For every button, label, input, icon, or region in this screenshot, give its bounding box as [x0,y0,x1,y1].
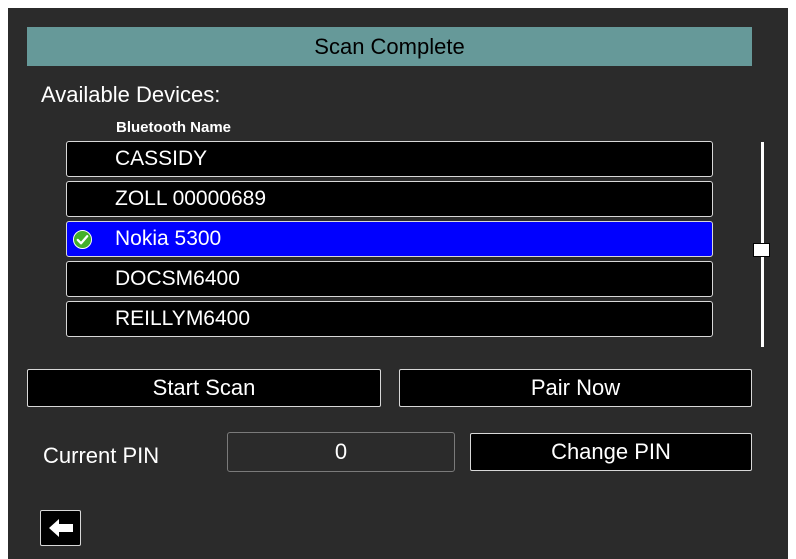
device-list: CASSIDY ZOLL 00000689 Nokia 5300 DOCSM64… [66,141,713,341]
scrollbar-thumb[interactable] [753,243,770,257]
device-name: Nokia 5300 [115,227,222,250]
pair-now-button[interactable]: Pair Now [399,369,752,407]
bluetooth-name-column-header: Bluetooth Name [116,119,232,136]
page-title: Scan Complete [27,27,752,66]
device-row-zoll[interactable]: ZOLL 00000689 [66,181,713,217]
device-name: REILLYM6400 [115,307,251,330]
change-pin-button[interactable]: Change PIN [470,433,752,471]
current-pin-field: 0 [227,432,455,472]
device-row-nokia-selected[interactable]: Nokia 5300 [66,221,713,257]
device-name: ZOLL 00000689 [115,187,267,210]
device-name: DOCSM6400 [115,267,240,290]
device-row-reillym6400[interactable]: REILLYM6400 [66,301,713,337]
back-button[interactable] [40,510,81,546]
device-row-cassidy[interactable]: CASSIDY [66,141,713,177]
back-arrow-icon [49,519,73,537]
device-name: CASSIDY [115,147,208,170]
check-circle-icon [73,230,92,249]
current-pin-label: Current PIN [43,443,160,468]
available-devices-label: Available Devices: [41,82,221,107]
start-scan-button[interactable]: Start Scan [27,369,381,407]
device-row-docsm6400[interactable]: DOCSM6400 [66,261,713,297]
